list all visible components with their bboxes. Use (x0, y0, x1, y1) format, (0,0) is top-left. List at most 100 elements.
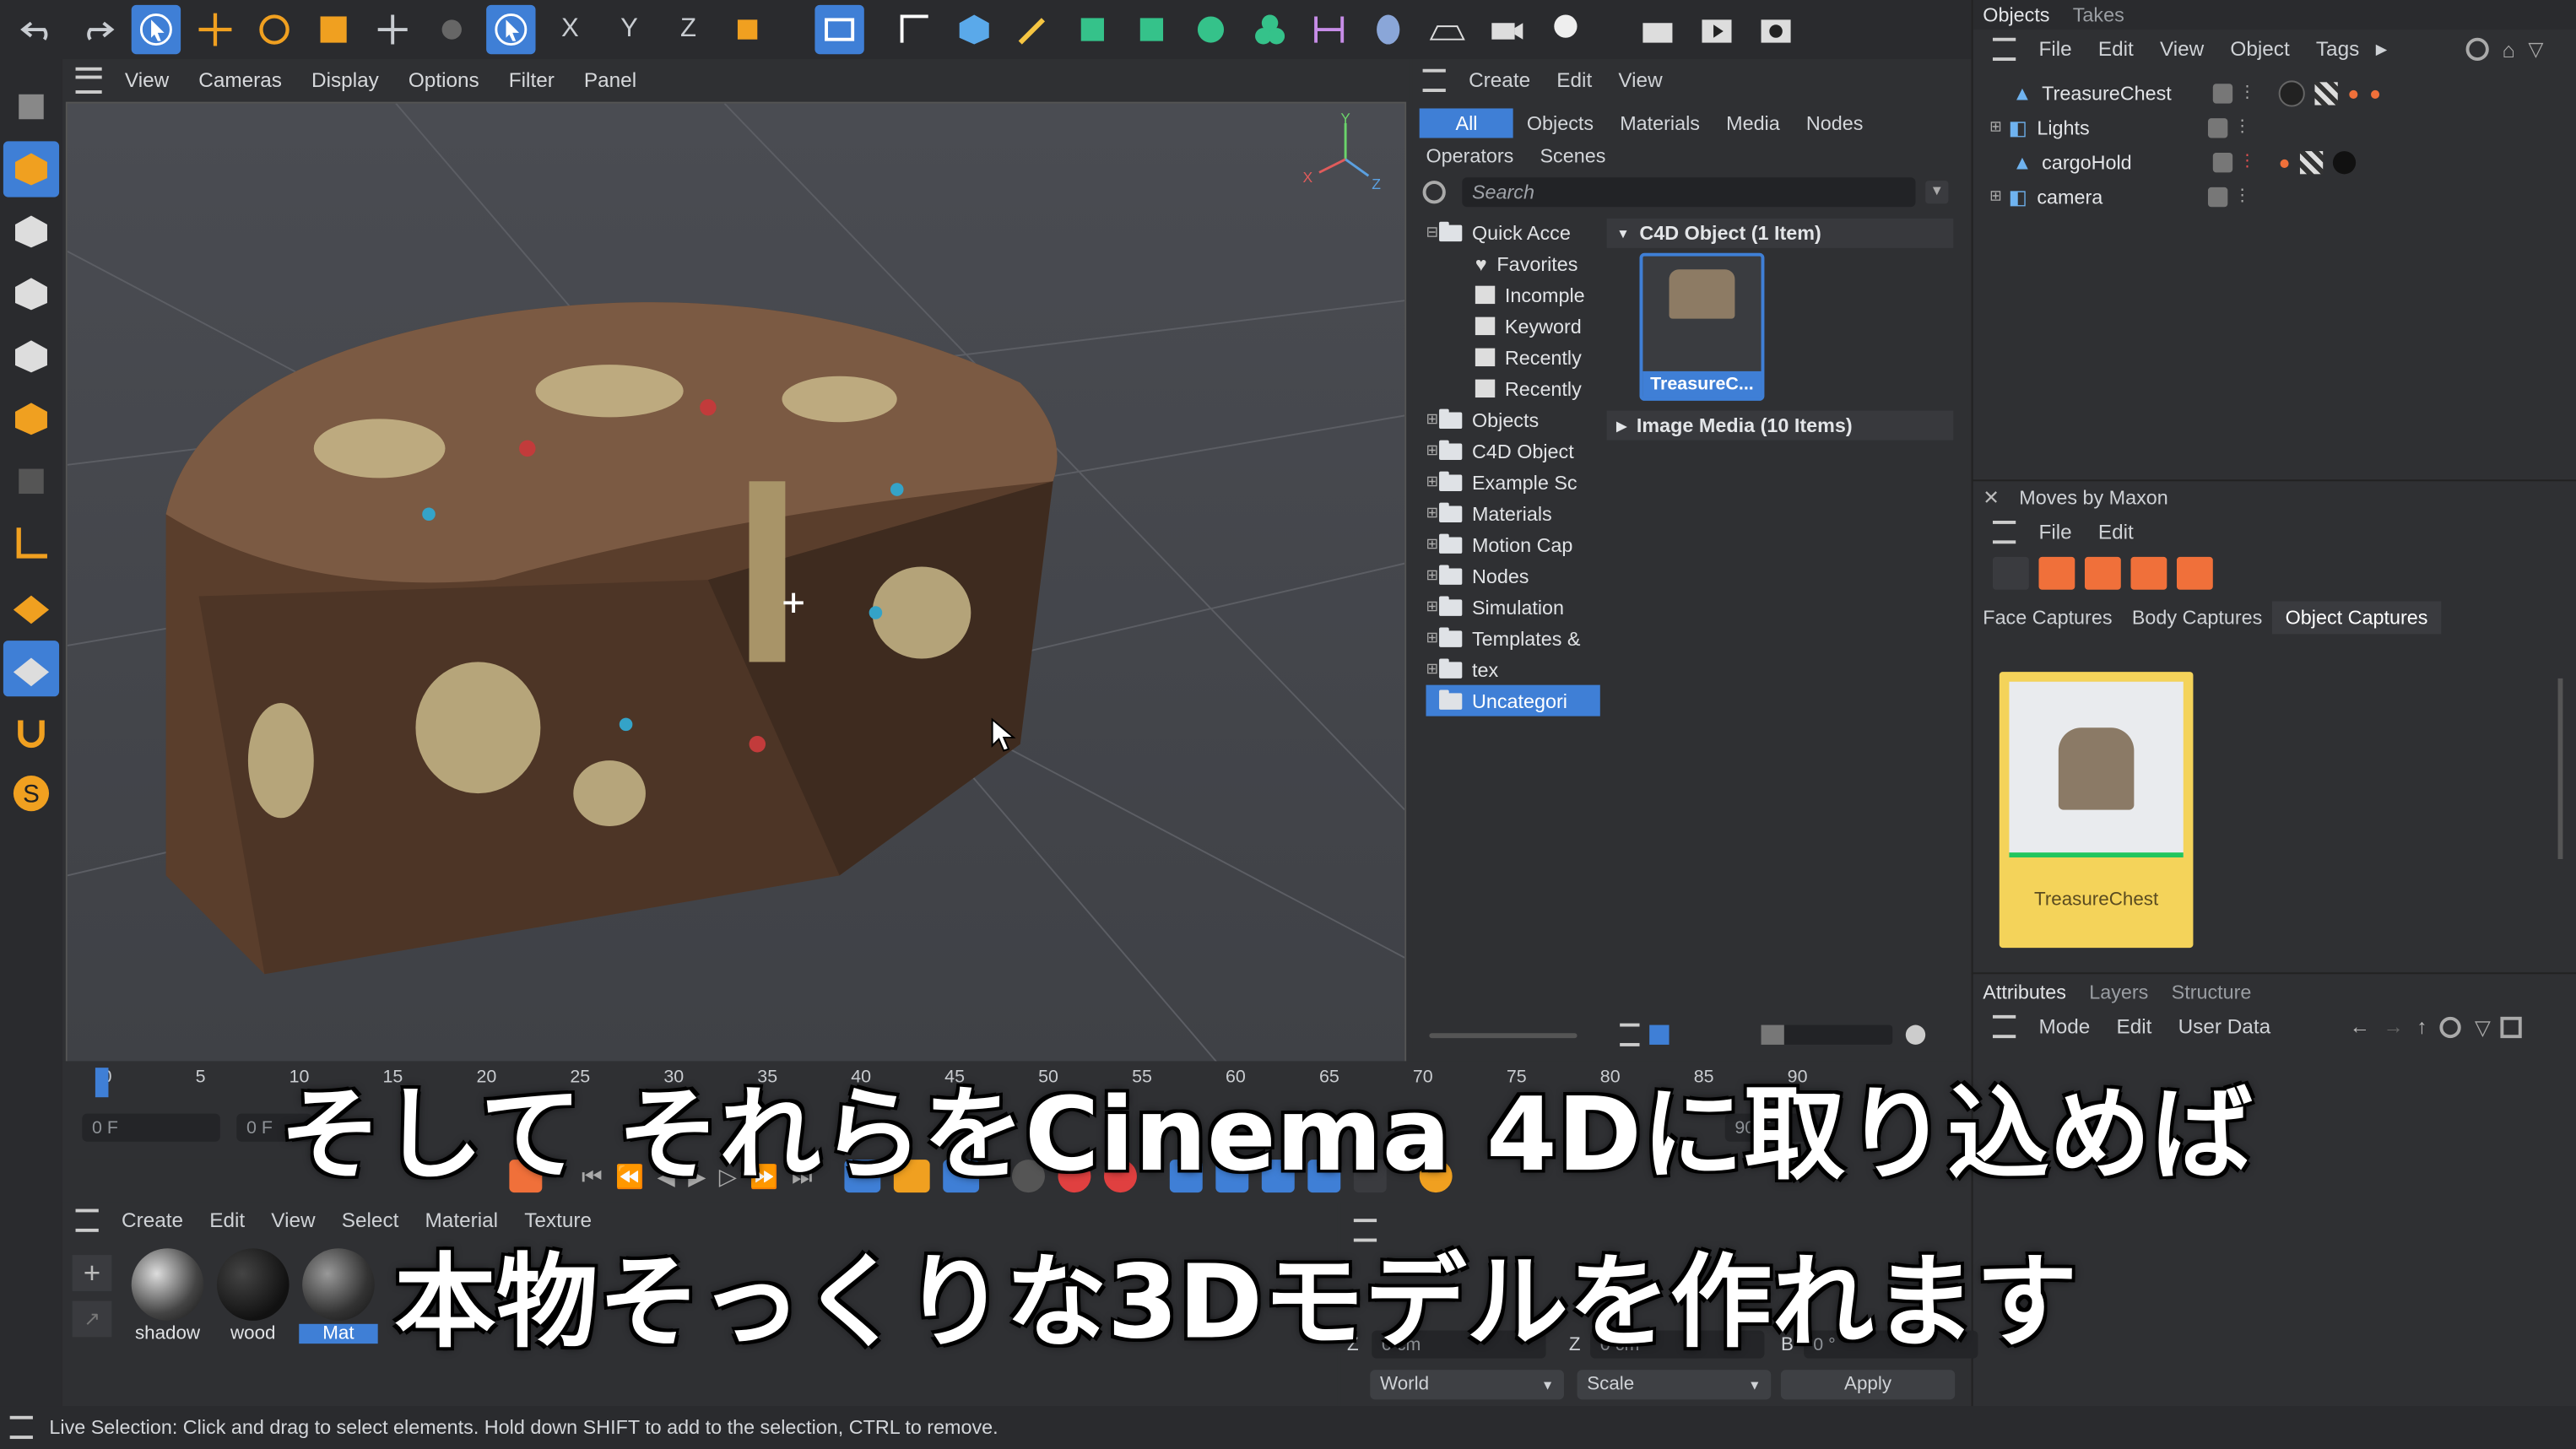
thumbnail-size-slider[interactable] (1761, 1025, 1893, 1045)
asset-browser-menu-icon[interactable] (1422, 68, 1446, 92)
refresh-icon[interactable] (2084, 556, 2121, 590)
attributes-menu-icon[interactable] (1992, 1014, 2016, 1039)
list-view-icon[interactable] (1620, 1023, 1640, 1046)
sky-icon[interactable] (1364, 5, 1413, 54)
tree-item[interactable]: ⊞ C4D Object (1426, 435, 1599, 467)
tree-item[interactable]: Recently (1426, 342, 1599, 373)
floor-icon[interactable] (1423, 5, 1472, 54)
generator-icon[interactable] (1068, 5, 1117, 54)
transform-icon[interactable] (368, 5, 417, 54)
tree-item[interactable]: ⊞ tex (1426, 654, 1599, 685)
checkmark-icon[interactable] (2212, 152, 2232, 172)
apply-button[interactable]: Apply (1780, 1370, 1956, 1400)
viewport-menu-filter[interactable]: Filter (509, 69, 555, 92)
viewport-menu-panel[interactable]: Panel (584, 69, 636, 92)
scan-tag-icon[interactable]: ● (2369, 81, 2381, 104)
filter-icon[interactable]: ▽ (2475, 1014, 2491, 1039)
clapper-icon[interactable] (1633, 5, 1682, 54)
material-menu-create[interactable]: Create (122, 1209, 183, 1232)
checkmark-icon[interactable] (2207, 117, 2228, 138)
attributes-menu-edit[interactable]: Edit (2117, 1015, 2152, 1038)
status-menu-icon[interactable] (9, 1415, 33, 1440)
visibility-dots-icon[interactable]: ⋮ (2239, 153, 2255, 170)
treasure-chest-model[interactable] (68, 104, 1404, 1063)
moves-menu-file[interactable]: File (2038, 521, 2071, 543)
asset-thumbnail[interactable]: TreasureC... (1639, 252, 1765, 401)
uv-mode-icon[interactable] (3, 453, 59, 509)
tab-face-captures[interactable]: Face Captures (1973, 601, 2123, 634)
material-swatch-selected[interactable]: Mat (299, 1248, 378, 1344)
y-axis-icon[interactable]: Y (604, 5, 653, 54)
attributes-menu-mode[interactable]: Mode (2038, 1015, 2090, 1038)
arrow-right-icon[interactable]: → (2383, 1015, 2403, 1038)
current-frame-field[interactable]: 0 F (82, 1113, 220, 1142)
asset-tab-operators[interactable]: Operators (1413, 141, 1527, 170)
close-icon[interactable]: ✕ (1983, 486, 2000, 509)
polygon-mode-icon[interactable] (3, 391, 59, 446)
asset-group-image-media[interactable]: ▶ Image Media (10 Items) (1606, 410, 1954, 441)
rotate-icon[interactable] (250, 5, 299, 54)
checkmark-icon[interactable] (2212, 83, 2232, 103)
point-mode-icon[interactable] (3, 266, 59, 322)
symmetry-icon[interactable] (1304, 5, 1353, 54)
tree-item[interactable]: ⊞ Templates & (1426, 623, 1599, 654)
material-swatch[interactable]: shadow (128, 1248, 207, 1344)
z-axis-icon[interactable]: Z (663, 5, 712, 54)
uv-tag-icon[interactable] (2300, 150, 2324, 174)
asset-tab-objects[interactable]: Objects (1513, 108, 1606, 138)
tab-body-captures[interactable]: Body Captures (2122, 601, 2272, 634)
object-row-lights[interactable]: ⊞ ◧ Lights ⋮ (1989, 110, 2576, 144)
objects-menu-tags[interactable]: Tags (2316, 38, 2359, 61)
material-tag-icon[interactable] (2333, 150, 2357, 174)
select-icon[interactable] (131, 4, 181, 55)
x-axis-icon[interactable]: X (545, 5, 594, 54)
asset-menu-edit[interactable]: Edit (1556, 69, 1592, 92)
snap-icon[interactable] (3, 578, 59, 634)
asset-group-c4d[interactable]: ▼ C4D Object (1 Item) (1606, 218, 1954, 248)
render-settings-icon[interactable] (1751, 5, 1800, 54)
objects-menu-edit[interactable]: Edit (2098, 38, 2134, 61)
expand-icon[interactable]: ⊞ (1989, 187, 2002, 205)
uv-tag-icon[interactable] (2314, 81, 2338, 105)
deformer-icon[interactable] (1127, 5, 1176, 54)
material-swatch[interactable]: wood (214, 1248, 292, 1344)
capture-card[interactable]: TreasureChest (1999, 672, 2194, 949)
tab-attributes[interactable]: Attributes (1983, 981, 2066, 1003)
render-view-icon[interactable] (814, 4, 864, 55)
object-row-treasurechest[interactable]: ▲ TreasureChest ⋮ ● ● (1989, 76, 2576, 111)
asset-menu-create[interactable]: Create (1469, 69, 1530, 92)
material-menu-select[interactable]: Select (342, 1209, 399, 1232)
import-icon[interactable] (2038, 556, 2075, 590)
tab-objects[interactable]: Objects (1983, 3, 2049, 26)
object-row-cargohold[interactable]: ▲ cargoHold ⋮ ● (1989, 144, 2576, 179)
link-icon[interactable]: ↗ (72, 1300, 112, 1338)
magnet-icon[interactable] (3, 703, 59, 759)
visibility-dots-icon[interactable]: ⋮ (2239, 84, 2255, 101)
moves-menu-edit[interactable]: Edit (2098, 521, 2134, 543)
model-mode-icon[interactable] (3, 141, 60, 197)
phong-tag-icon[interactable]: ● (2278, 150, 2290, 173)
attributes-menu-user-data[interactable]: User Data (2178, 1015, 2271, 1038)
asset-tab-media[interactable]: Media (1713, 108, 1794, 138)
objects-menu-object[interactable]: Object (2230, 38, 2289, 61)
phong-tag-icon[interactable]: ● (2347, 81, 2359, 104)
material-menu-edit[interactable]: Edit (209, 1209, 245, 1232)
tree-item[interactable]: ⊞ Objects (1426, 404, 1599, 435)
folder-open-icon[interactable] (2176, 556, 2213, 590)
checkmark-icon[interactable] (2207, 186, 2228, 207)
tree-item-selected[interactable]: Uncategori (1426, 684, 1600, 716)
expand-icon[interactable]: ⊞ (1989, 118, 2002, 136)
tree-item[interactable]: ⊞ Nodes (1426, 560, 1599, 592)
arrow-left-icon[interactable]: ← (2350, 1015, 2370, 1038)
lock-icon[interactable] (2500, 1015, 2522, 1038)
mograph-icon[interactable] (1245, 5, 1294, 54)
objects-menu-view[interactable]: View (2160, 38, 2204, 61)
tree-item[interactable]: Recently (1426, 373, 1599, 404)
material-menu-icon[interactable] (75, 1208, 99, 1232)
spline-icon[interactable] (890, 5, 939, 54)
tree-item[interactable]: Keyword (1426, 311, 1599, 342)
cube-icon[interactable] (950, 5, 998, 54)
play-icon[interactable] (2130, 556, 2167, 590)
camera-icon[interactable] (1482, 5, 1531, 54)
move-icon[interactable] (191, 5, 240, 54)
